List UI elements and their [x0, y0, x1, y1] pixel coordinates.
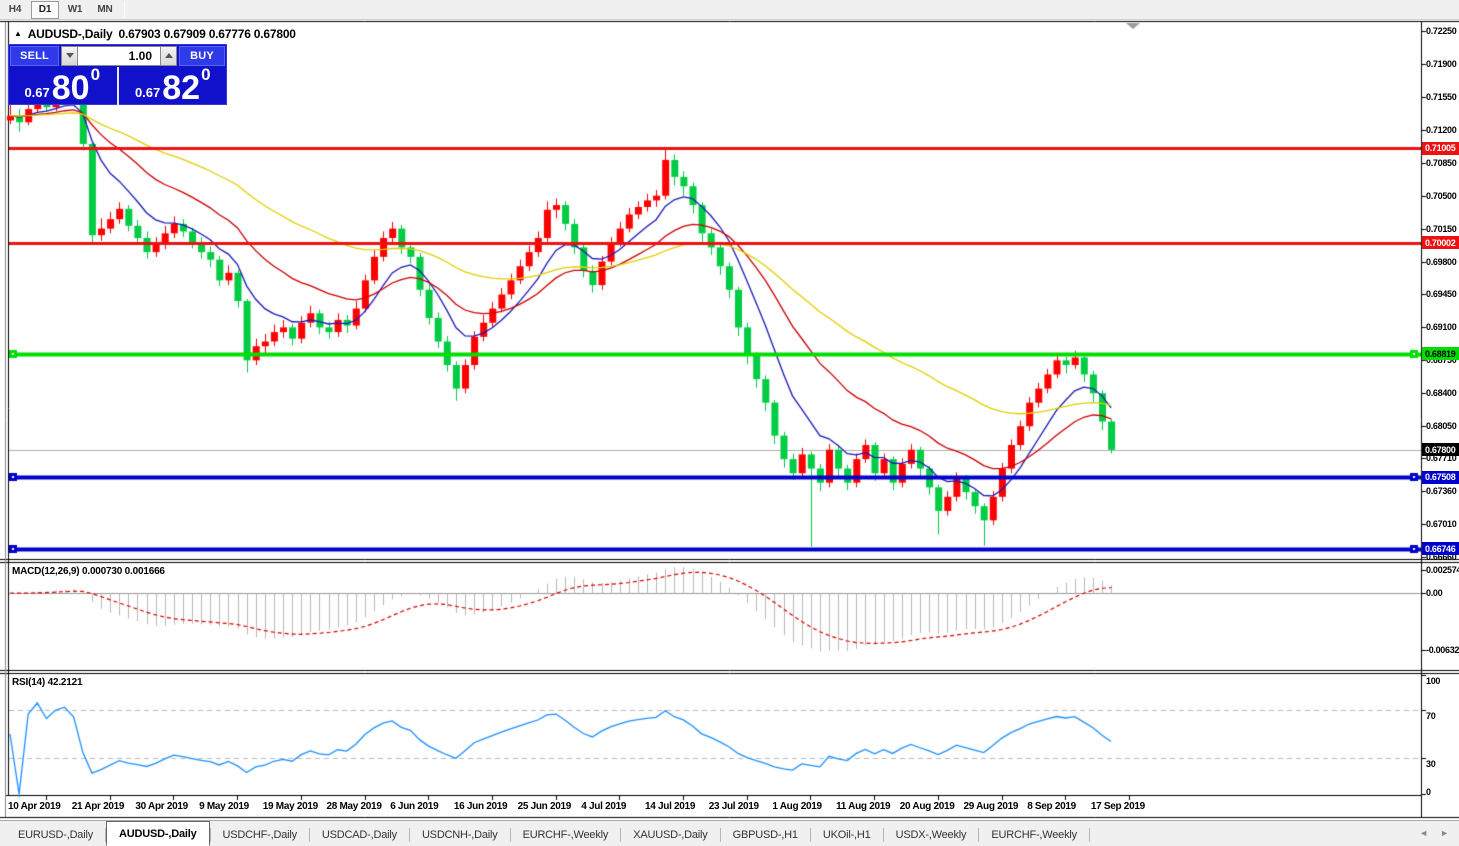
volume-increase-button[interactable] [160, 46, 177, 66]
date-axis-label: 9 May 2019 [199, 801, 249, 812]
price-axis-label: 0.69450 [1426, 289, 1459, 299]
up-arrow-icon [165, 53, 173, 58]
chart-tab-ukoil-h1[interactable]: UKOil-,H1 [811, 824, 883, 846]
timeframe-toolbar: H4D1W1MN [0, 0, 1459, 20]
buy-price-prefix: 0.67 [135, 85, 160, 100]
price-level-box: 0.67800 [1422, 443, 1459, 456]
chart-tab-eurchf-weekly[interactable]: EURCHF-,Weekly [511, 824, 621, 846]
macd-axis-label: 0.00 [1426, 588, 1459, 598]
rsi-axis-label: 70 [1426, 711, 1459, 721]
date-axis-label: 25 Jun 2019 [518, 801, 571, 812]
chart-tab-audusd-daily[interactable]: AUDUSD-,Daily [106, 821, 209, 846]
date-axis-label: 23 Jul 2019 [709, 801, 759, 812]
date-axis-label: 1 Aug 2019 [772, 801, 821, 812]
chart-tab-usdcnh-daily[interactable]: USDCNH-,Daily [410, 824, 510, 846]
price-level-box: 0.71005 [1422, 142, 1459, 155]
price-axis-label: 0.71900 [1426, 59, 1459, 69]
date-axis-label: 20 Aug 2019 [900, 801, 955, 812]
price-axis-label: 0.71200 [1426, 125, 1459, 135]
date-axis-label: 28 May 2019 [327, 801, 382, 812]
price-level-box: 0.66746 [1422, 542, 1459, 555]
chart-tab-gbpusd-h1[interactable]: GBPUSD-,H1 [721, 824, 810, 846]
tab-scroll-left-icon[interactable]: ◄ [1419, 828, 1428, 838]
date-axis-label: 16 Jun 2019 [454, 801, 507, 812]
rsi-axis-label: 30 [1426, 759, 1459, 769]
price-axis-label: 0.67360 [1426, 486, 1459, 496]
chart-tab-xauusd-daily[interactable]: XAUUSD-,Daily [621, 824, 719, 846]
chart-ohlc-values: 0.67903 0.67909 0.67776 0.67800 [118, 27, 295, 41]
down-arrow-icon [66, 53, 74, 58]
chart-tab-usdcad-daily[interactable]: USDCAD-,Daily [310, 824, 409, 846]
timeframe-buttons: H4D1W1MN [0, 1, 120, 19]
date-axis-label: 6 Jun 2019 [390, 801, 438, 812]
macd-indicator-label: MACD(12,26,9) 0.000730 0.001666 [12, 566, 165, 577]
price-axis-label: 0.70850 [1426, 158, 1459, 168]
price-axis-label: 0.69100 [1426, 322, 1459, 332]
price-axis-label: 0.71550 [1426, 92, 1459, 102]
price-axis-label: 0.68400 [1426, 388, 1459, 398]
macd-axis-label: 0.002574 [1426, 565, 1459, 575]
chart-tab-usdx-weekly[interactable]: USDX-,Weekly [884, 824, 979, 846]
date-axis-label: 11 Aug 2019 [836, 801, 890, 812]
chart-collapse-icon[interactable]: ▲ [14, 29, 22, 38]
sell-price-prefix: 0.67 [24, 85, 49, 100]
sell-price-sup: 0 [91, 65, 100, 85]
chart-tab-bar: EURUSD-,DailyAUDUSD-,DailyUSDCHF-,DailyU… [0, 820, 1459, 846]
rsi-indicator-label: RSI(14) 42.2121 [12, 677, 82, 688]
price-axis-label: 0.70150 [1426, 224, 1459, 234]
date-axis-label: 17 Sep 2019 [1091, 801, 1145, 812]
price-chart[interactable] [0, 0, 1459, 846]
one-click-controls-row: SELL BUY [8, 44, 227, 66]
toolbar-separator [124, 2, 125, 18]
price-axis-label: 0.67010 [1426, 519, 1459, 529]
chart-tab-eurchf-weekly[interactable]: EURCHF-,Weekly [979, 824, 1089, 846]
chart-tabs: EURUSD-,DailyAUDUSD-,DailyUSDCHF-,DailyU… [0, 820, 1090, 846]
macd-axis-label: -0.00632 [1426, 645, 1459, 655]
date-axis-label: 4 Jul 2019 [581, 801, 626, 812]
timeframe-button-d1[interactable]: D1 [31, 1, 59, 19]
price-axis-label: 0.68050 [1426, 421, 1459, 431]
volume-decrease-button[interactable] [61, 46, 78, 66]
date-axis-label: 10 Apr 2019 [8, 801, 60, 812]
date-axis-label: 30 Apr 2019 [135, 801, 187, 812]
buy-price-big: 82 [162, 73, 200, 103]
price-axis-label: 0.69800 [1426, 257, 1459, 267]
rsi-axis-label: 100 [1426, 676, 1459, 686]
tab-scroll-arrows: ◄ ► [1419, 820, 1449, 846]
buy-price-button[interactable]: 0.67 82 0 [119, 67, 228, 105]
sell-price-big: 80 [52, 73, 90, 103]
date-axis-label: 21 Apr 2019 [72, 801, 124, 812]
price-level-box: 0.68819 [1422, 347, 1459, 360]
price-axis-label: 0.72250 [1426, 26, 1459, 36]
date-axis-label: 8 Sep 2019 [1027, 801, 1076, 812]
timeframe-button-h4[interactable]: H4 [1, 1, 29, 19]
sell-button[interactable]: SELL [10, 46, 59, 66]
price-level-box: 0.70002 [1422, 236, 1459, 249]
volume-input[interactable] [78, 46, 160, 66]
one-click-prices: 0.67 80 0 0.67 82 0 [8, 67, 227, 105]
buy-price-sup: 0 [201, 65, 210, 85]
chart-tab-eurusd-daily[interactable]: EURUSD-,Daily [6, 824, 105, 846]
timeframe-button-w1[interactable]: W1 [61, 1, 89, 19]
rsi-axis-label: 0 [1426, 787, 1459, 797]
chart-symbol-label: AUDUSD-,Daily [28, 27, 113, 41]
tab-scroll-right-icon[interactable]: ► [1440, 828, 1449, 838]
price-level-box: 0.67508 [1422, 471, 1459, 484]
date-axis-label: 19 May 2019 [263, 801, 318, 812]
date-axis-label: 29 Aug 2019 [964, 801, 1019, 812]
buy-button[interactable]: BUY [179, 46, 225, 66]
one-click-trading-panel: SELL BUY 0.67 80 0 0.67 82 0 [8, 44, 227, 105]
timeframe-button-mn[interactable]: MN [91, 1, 119, 19]
chart-tab-usdchf-daily[interactable]: USDCHF-,Daily [211, 824, 309, 846]
sell-price-button[interactable]: 0.67 80 0 [8, 67, 119, 105]
date-axis-label: 14 Jul 2019 [645, 801, 695, 812]
price-axis-label: 0.70500 [1426, 191, 1459, 201]
chart-title: ▲ AUDUSD-,Daily 0.67903 0.67909 0.67776 … [14, 27, 296, 41]
tab-separator [1089, 828, 1090, 842]
